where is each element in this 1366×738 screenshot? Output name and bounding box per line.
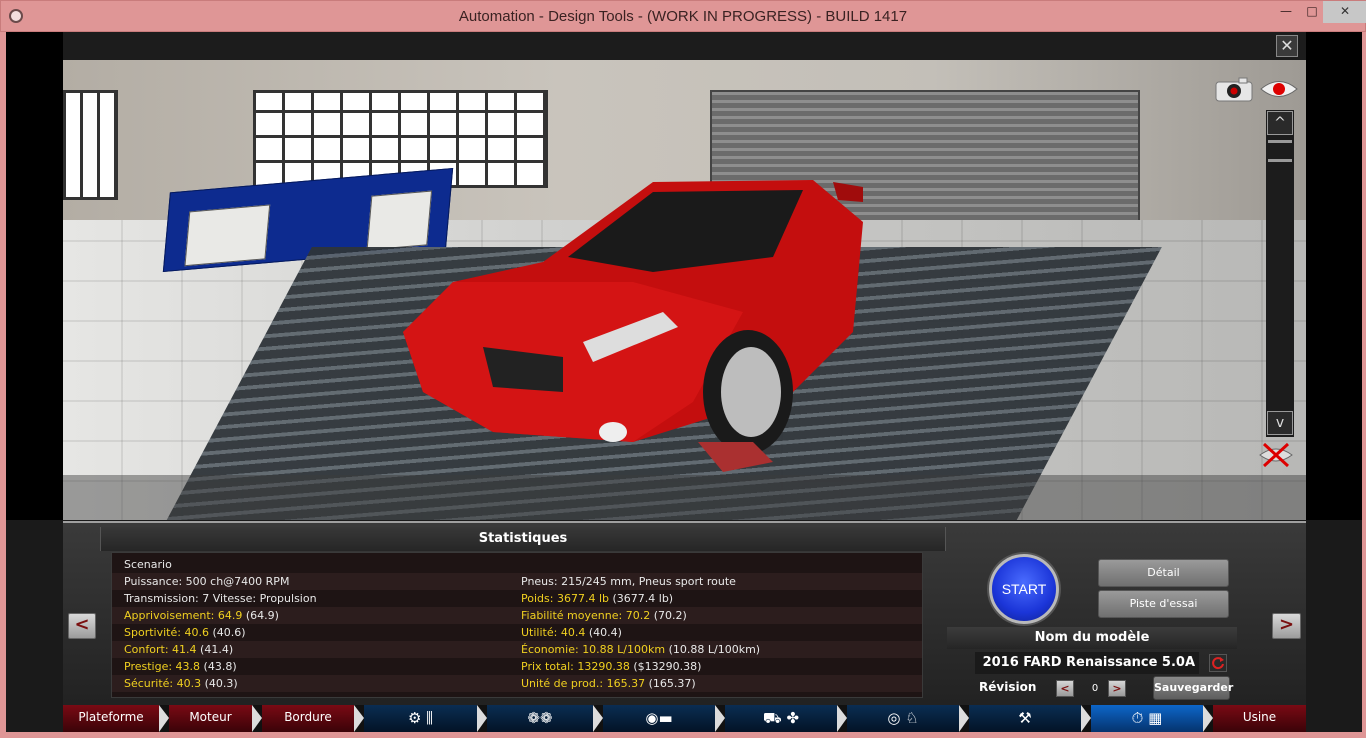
stat-safety: Sécurité: 40.3 (40.3) bbox=[124, 677, 238, 690]
close-window-button[interactable]: ✕ bbox=[1323, 1, 1366, 23]
tab-plateforme[interactable]: Plateforme bbox=[63, 705, 159, 732]
window-frame-bottom bbox=[0, 732, 1366, 738]
model-name-input[interactable]: 2016 FARD Renaissance 5.0A bbox=[975, 652, 1199, 674]
previous-stage-button[interactable]: < bbox=[68, 613, 96, 639]
chevron-right-icon bbox=[159, 705, 169, 732]
stat-economy: Économie: 10.88 L/100km (10.88 L/100km) bbox=[521, 643, 761, 656]
detail-button[interactable]: Détail bbox=[1098, 559, 1229, 587]
car-fan-icon: ⛟ ✤ bbox=[762, 709, 800, 727]
chevron-right-icon bbox=[1081, 705, 1091, 732]
chevron-right-icon bbox=[959, 705, 969, 732]
tab-wheels[interactable]: ❁❁ bbox=[487, 705, 593, 732]
stat-prestige: Prestige: 43.8 (43.8) bbox=[124, 660, 237, 673]
gear-icon: ⚙ ⫼ bbox=[407, 709, 434, 727]
model-name-header: Nom du modèle bbox=[947, 627, 1237, 649]
stopwatch-flag-icon: ⏱ ▦ bbox=[1131, 709, 1163, 727]
chevron-right-icon bbox=[715, 705, 725, 732]
tab-bordure[interactable]: Bordure bbox=[262, 705, 354, 732]
zoom-in-button[interactable]: ^ bbox=[1267, 111, 1293, 135]
workbench-cabinet bbox=[184, 204, 271, 267]
stats-panel: < Statistiques Scenario Puissance: 500 c… bbox=[63, 521, 1306, 705]
chevron-right-icon bbox=[477, 705, 487, 732]
stat-production-units: Unité de prod.: 165.37 (165.37) bbox=[521, 677, 696, 690]
tab-interior[interactable]: ◎ ♘ bbox=[847, 705, 959, 732]
maximize-button[interactable]: □ bbox=[1299, 1, 1325, 23]
start-button[interactable]: START bbox=[989, 554, 1059, 624]
tab-usine[interactable]: Usine bbox=[1213, 705, 1306, 732]
stat-total-price: Prix total: 13290.38 ($13290.38) bbox=[521, 660, 702, 673]
stat-comfort: Confort: 41.4 (41.4) bbox=[124, 643, 234, 656]
viewport-top-bar: ✕ bbox=[63, 32, 1306, 60]
tab-testing[interactable]: ⏱ ▦ bbox=[1091, 705, 1203, 732]
minimize-button[interactable]: — bbox=[1273, 1, 1299, 23]
suspension-icon: ◉▬ bbox=[645, 709, 673, 727]
design-stage-tabs: Plateforme Moteur Bordure ⚙ ⫼ ❁❁ ◉▬ ⛟ ✤ … bbox=[63, 705, 1306, 732]
tab-body-aero[interactable]: ⛟ ✤ bbox=[725, 705, 837, 732]
camera-icon[interactable] bbox=[1215, 76, 1253, 102]
zoom-slider-thumb[interactable] bbox=[1268, 140, 1292, 162]
steering-wheel-icon: ◎ ♘ bbox=[887, 709, 919, 727]
chevron-right-icon bbox=[1203, 705, 1213, 732]
title-bar: Automation - Design Tools - (WORK IN PRO… bbox=[0, 0, 1366, 32]
chevron-right-icon bbox=[837, 705, 847, 732]
viewport-shadow-strip bbox=[63, 475, 1306, 520]
stat-drivability: Apprivoisement: 64.9 (64.9) bbox=[124, 609, 279, 622]
revision-value: 0 bbox=[1091, 683, 1099, 694]
refresh-icon[interactable] bbox=[1209, 654, 1227, 672]
chevron-right-icon bbox=[252, 705, 262, 732]
left-letterbox bbox=[6, 32, 63, 520]
tab-moteur[interactable]: Moteur bbox=[169, 705, 252, 732]
chevron-right-icon bbox=[593, 705, 603, 732]
car-3d-viewport[interactable]: ✕ ^ v bbox=[63, 32, 1306, 520]
stats-row bbox=[112, 556, 922, 573]
stat-scenario: Scenario bbox=[124, 558, 172, 571]
revision-increment-button[interactable]: > bbox=[1108, 680, 1126, 697]
chevron-right-icon bbox=[354, 705, 364, 732]
tab-engine-gearbox[interactable]: ⚙ ⫼ bbox=[364, 705, 477, 732]
tab-suspension[interactable]: ◉▬ bbox=[603, 705, 715, 732]
stat-weight: Poids: 3677.4 lb (3677.4 lb) bbox=[521, 592, 674, 605]
save-button[interactable]: Sauvegarder bbox=[1153, 676, 1233, 700]
wheel-icon: ❁❁ bbox=[527, 709, 553, 727]
tab-safety[interactable]: ⚒ bbox=[969, 705, 1081, 732]
tools-icon: ⚒ bbox=[1018, 709, 1032, 727]
revision-decrement-button[interactable]: < bbox=[1056, 680, 1074, 697]
stat-tires: Pneus: 215/245 mm, Pneus sport route bbox=[521, 575, 736, 588]
zoom-slider[interactable]: ^ v bbox=[1266, 110, 1294, 437]
stats-row bbox=[112, 641, 922, 658]
next-stage-button[interactable]: > bbox=[1272, 613, 1301, 639]
revision-label: Révision bbox=[979, 680, 1037, 694]
stat-transmission: Transmission: 7 Vitesse: Propulsion bbox=[124, 592, 317, 605]
stat-power: Puissance: 500 ch@7400 RPM bbox=[124, 575, 290, 588]
window-title: Automation - Design Tools - (WORK IN PRO… bbox=[458, 8, 908, 25]
close-view-button[interactable]: ✕ bbox=[1276, 35, 1298, 57]
eye-icon[interactable] bbox=[1259, 78, 1299, 100]
reset-view-icon[interactable] bbox=[1258, 441, 1294, 469]
stat-sportiness: Sportivité: 40.6 (40.6) bbox=[124, 626, 246, 639]
car-model bbox=[403, 180, 863, 472]
right-letterbox bbox=[1306, 32, 1362, 520]
stat-utility: Utilité: 40.4 (40.4) bbox=[521, 626, 622, 639]
test-track-button[interactable]: Piste d'essai bbox=[1098, 590, 1229, 618]
window-frame-right bbox=[1362, 32, 1366, 738]
stats-table: Scenario Puissance: 500 ch@7400 RPM Tran… bbox=[111, 552, 923, 698]
garage-window-left bbox=[63, 90, 118, 200]
zoom-out-button[interactable]: v bbox=[1267, 411, 1293, 435]
stat-reliability: Fiabilité moyenne: 70.2 (70.2) bbox=[521, 609, 687, 622]
stats-header: Statistiques bbox=[100, 527, 946, 551]
